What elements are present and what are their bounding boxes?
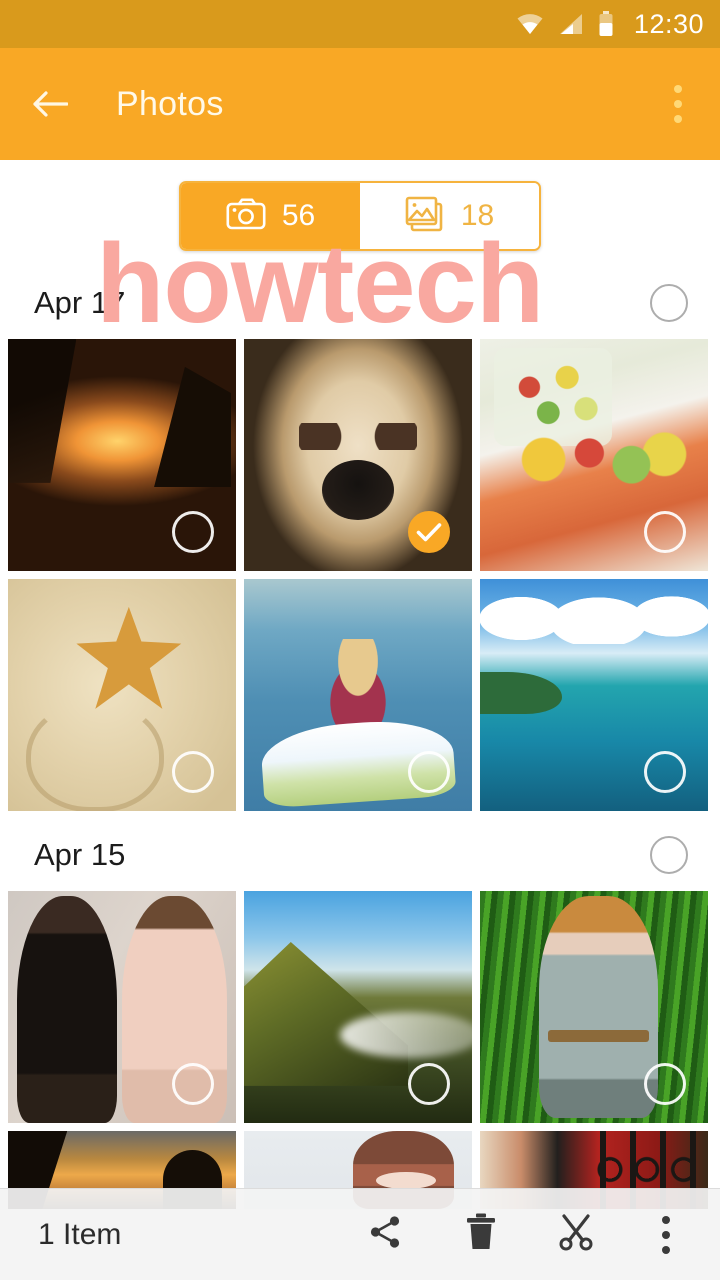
section-select-all-circle[interactable]	[650, 836, 688, 874]
battery-icon	[598, 11, 614, 37]
gallery-icon	[405, 196, 445, 237]
photo-select-circle[interactable]	[172, 511, 214, 553]
bottom-bar-overflow-menu-icon[interactable]	[646, 1208, 686, 1262]
photo-select-circle[interactable]	[408, 1063, 450, 1105]
photo-grid-row	[0, 339, 720, 571]
status-bar: 12:30	[0, 0, 720, 48]
back-button[interactable]	[22, 76, 78, 132]
camera-photo-count: 56	[281, 199, 316, 232]
scissors-icon	[557, 1212, 597, 1257]
selection-action-bar: 1 Item	[0, 1188, 720, 1280]
photo-cell-woman-lying-in-grass[interactable]	[480, 891, 708, 1123]
section-header-apr-15: Apr 15	[0, 819, 720, 891]
delete-button[interactable]	[454, 1208, 508, 1262]
trash-icon	[464, 1212, 498, 1257]
camera-icon	[226, 198, 266, 235]
photo-cell-sunset-beach[interactable]	[8, 339, 236, 571]
tab-gallery-photos[interactable]: 18	[360, 183, 539, 249]
section-date-label: Apr 15	[34, 837, 126, 872]
section-date-label: Apr 17	[34, 285, 126, 320]
photo-select-circle[interactable]	[408, 751, 450, 793]
photo-cell-salmon-salad-plate[interactable]	[480, 339, 708, 571]
selected-item-count: 1 Item	[38, 1217, 122, 1251]
wifi-icon	[516, 13, 544, 35]
photo-cell-two-women-dresses[interactable]	[8, 891, 236, 1123]
photo-cell-starfish-sand-heart[interactable]	[8, 579, 236, 811]
photo-grid-row	[0, 891, 720, 1123]
photo-select-circle[interactable]	[172, 1063, 214, 1105]
photo-cell-mountain-landscape[interactable]	[244, 891, 472, 1123]
cellular-signal-icon	[558, 13, 584, 35]
photo-select-circle[interactable]	[644, 751, 686, 793]
media-type-tabs: 56 18	[0, 160, 720, 267]
app-bar: Photos	[0, 48, 720, 160]
photo-select-circle[interactable]	[172, 751, 214, 793]
page-title: Photos	[116, 84, 224, 123]
app-bar-overflow-menu-icon[interactable]	[650, 76, 706, 132]
gallery-photo-count: 18	[460, 199, 495, 232]
section-header-apr-17: Apr 17	[0, 267, 720, 339]
photo-grid-row	[0, 579, 720, 811]
share-icon	[365, 1212, 405, 1257]
photo-select-circle[interactable]	[644, 511, 686, 553]
photo-select-circle-checked[interactable]	[408, 511, 450, 553]
status-bar-clock: 12:30	[633, 8, 704, 39]
photo-select-circle[interactable]	[644, 1063, 686, 1105]
cut-button[interactable]	[550, 1208, 604, 1262]
photo-cell-baby-on-surfboard[interactable]	[244, 579, 472, 811]
photo-cell-pug-dog[interactable]	[244, 339, 472, 571]
photo-cell-tropical-ocean-coast[interactable]	[480, 579, 708, 811]
share-button[interactable]	[358, 1208, 412, 1262]
section-select-all-circle[interactable]	[650, 284, 688, 322]
tab-camera-photos[interactable]: 56	[181, 183, 360, 249]
